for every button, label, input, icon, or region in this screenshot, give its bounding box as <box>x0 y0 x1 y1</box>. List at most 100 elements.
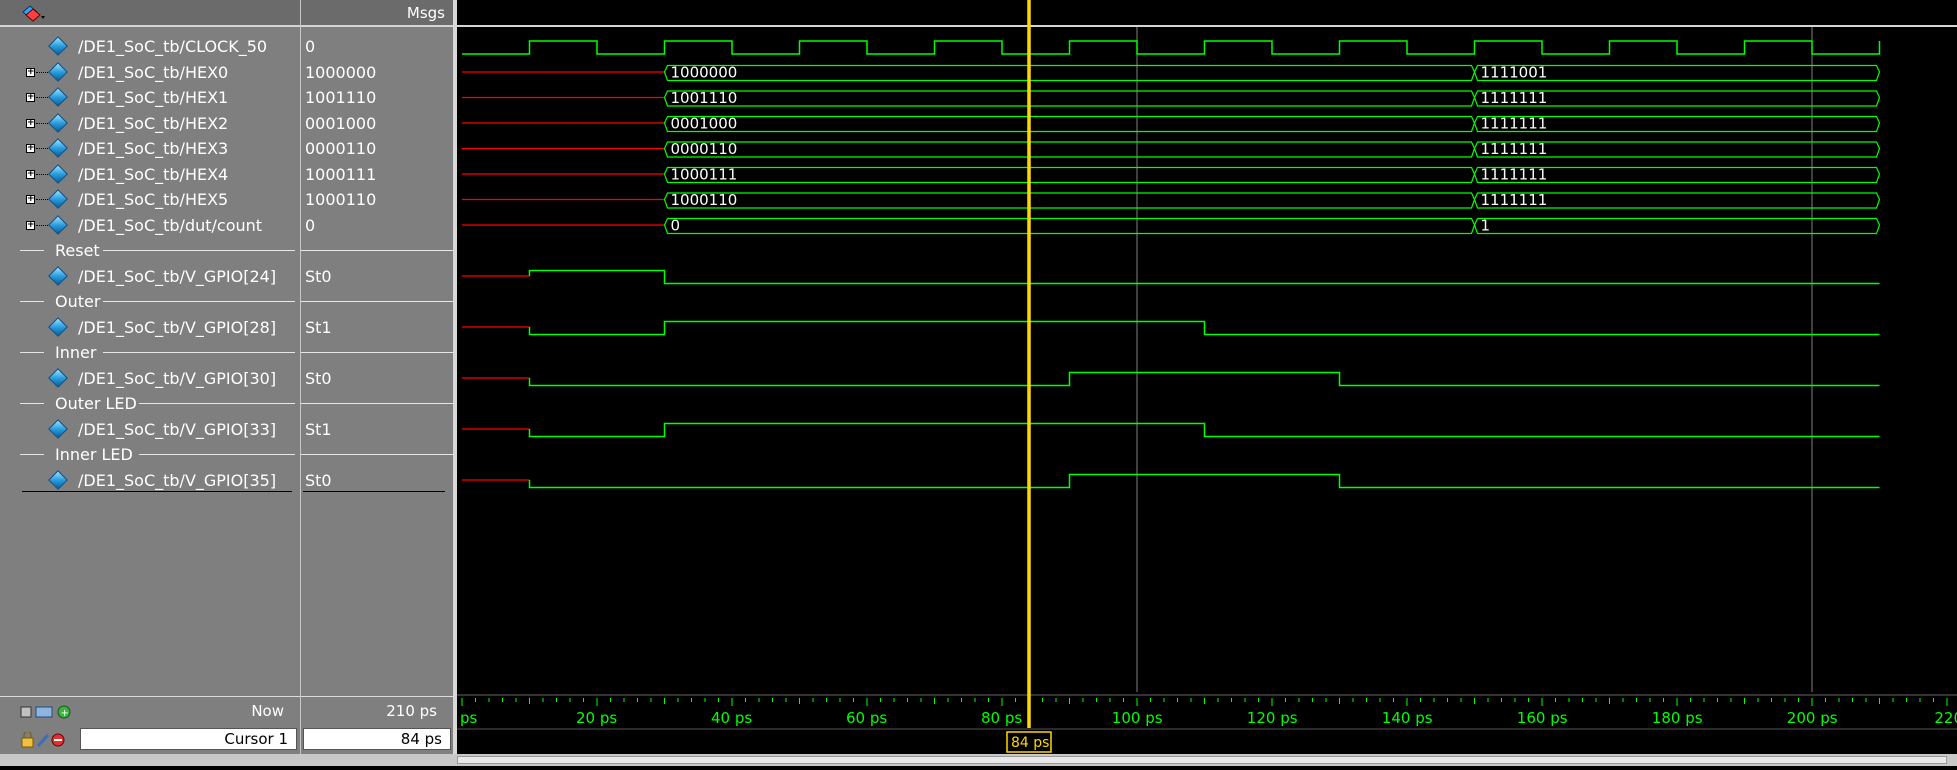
cursor-value: 84 ps <box>400 730 442 748</box>
cursor-toolbar-icon[interactable] <box>20 731 80 748</box>
bit-wave <box>528 269 1880 285</box>
signal-row[interactable]: /DE1_SoC_tb/V_GPIO[33] <box>0 417 300 442</box>
signal-row[interactable]: + /DE1_SoC_tb/HEX3 <box>0 136 300 161</box>
signal-value: 0001000 <box>305 113 377 133</box>
bit-wave <box>528 371 1880 387</box>
divider-inner-led[interactable]: Inner LED <box>0 442 300 467</box>
now-value: 210 ps <box>386 702 437 720</box>
signal-value: St0 <box>305 266 332 286</box>
signal-value: 1000000 <box>305 62 377 82</box>
divider-value-line <box>301 238 453 263</box>
bit-wave <box>528 473 1880 489</box>
signal-name: /DE1_SoC_tb/V_GPIO[24] <box>78 266 277 286</box>
divider-reset[interactable]: Reset <box>0 238 300 263</box>
divider-outer-led[interactable]: Outer LED <box>0 391 300 416</box>
signal-row[interactable]: /DE1_SoC_tb/V_GPIO[30] <box>0 366 300 391</box>
divider-label: Inner LED <box>55 445 133 464</box>
footer-bar: + Now Cursor 1 210 ps 84 ps <box>0 692 1957 766</box>
expand-icon[interactable]: + <box>26 169 35 179</box>
tree-connector <box>36 122 48 125</box>
tree-connector <box>36 148 48 150</box>
now-label: Now <box>251 702 284 720</box>
scrollbar-thumb[interactable] <box>457 756 1947 764</box>
waveform-pane[interactable]: 1000000 1111001 1001110 1111111 0001000 11111… <box>457 0 1957 766</box>
signal-row[interactable]: + /DE1_SoC_tb/HEX1 <box>0 85 300 110</box>
signal-name: /DE1_SoC_tb/V_GPIO[30] <box>78 368 277 388</box>
bus-segment <box>663 64 1476 82</box>
bus-value-label: 1001110 <box>671 89 738 107</box>
signal-value-row: 0 <box>301 213 453 238</box>
signal-row[interactable]: /DE1_SoC_tb/CLOCK_50 <box>0 34 300 59</box>
selection-underline <box>303 490 445 492</box>
msgs-label: Msgs <box>406 4 445 22</box>
divider-label: Inner <box>55 343 97 362</box>
signal-diamond-icon <box>48 36 68 56</box>
signal-name: /DE1_SoC_tb/HEX3 <box>78 139 229 158</box>
expand-icon[interactable]: + <box>26 93 35 102</box>
signal-diamond-icon <box>48 418 68 439</box>
signal-value: 0 <box>305 215 316 235</box>
tree-connector <box>36 224 48 227</box>
signal-row[interactable]: /DE1_SoC_tb/V_GPIO[24] <box>0 264 300 289</box>
divider-outer[interactable]: Outer <box>0 289 300 314</box>
signal-row[interactable]: + /DE1_SoC_tb/dut/count <box>0 213 300 238</box>
signal-diamond-icon <box>48 265 68 286</box>
signal-diamond-icon <box>48 112 68 133</box>
name-pane-header <box>0 0 300 27</box>
signal-name: /DE1_SoC_tb/HEX0 <box>78 62 229 82</box>
bus-value-label: 1 <box>1481 217 1491 235</box>
waveform-canvas[interactable]: 1000000 11110011001110 11111110001000 11111… <box>457 0 1957 766</box>
signal-row[interactable]: /DE1_SoC_tb/V_GPIO[28] <box>0 315 300 340</box>
signal-row[interactable]: + /DE1_SoC_tb/HEX0 <box>0 60 300 85</box>
signal-value-row: St0 <box>301 366 453 391</box>
value-pane: Msgs 0 1000000 1001110 0001000 0000110 100011… <box>301 0 453 766</box>
signal-name: /DE1_SoC_tb/HEX4 <box>78 164 229 184</box>
signal-name: /DE1_SoC_tb/CLOCK_50 <box>78 37 268 56</box>
signal-diamond-icon <box>48 87 68 107</box>
bit-wave <box>528 422 1880 438</box>
bus-value-label: 1111111 <box>1481 115 1548 133</box>
divider-label: Outer LED <box>55 394 137 413</box>
expand-icon[interactable]: + <box>26 144 35 153</box>
expand-icon[interactable]: + <box>26 67 35 77</box>
signal-value: 1000110 <box>305 190 377 209</box>
layers-icon[interactable] <box>20 4 45 22</box>
bus-value-label: 1111111 <box>1481 191 1548 209</box>
bus-segment <box>663 141 1476 158</box>
signal-name: /DE1_SoC_tb/dut/count <box>78 215 263 235</box>
tree-connector <box>36 97 48 99</box>
tree-connector <box>36 173 48 176</box>
bus-value-label: 1000000 <box>671 64 738 82</box>
signal-value: 0 <box>305 37 316 56</box>
signal-row[interactable]: + /DE1_SoC_tb/HEX5 <box>0 187 300 212</box>
bus-segment <box>663 115 1476 133</box>
wave-toolbar-icon[interactable]: + <box>20 704 71 720</box>
divider-label: Outer <box>55 292 101 311</box>
signal-value-row: 0001000 <box>301 111 453 136</box>
signal-value-row: 1000000 <box>301 60 453 85</box>
expand-icon[interactable]: + <box>26 118 35 128</box>
expand-icon[interactable]: + <box>26 220 35 230</box>
svg-text:+: + <box>61 708 69 719</box>
signal-value-row: St1 <box>301 315 453 340</box>
divider-value-line <box>301 289 453 314</box>
horizontal-scrollbar[interactable] <box>0 754 1957 766</box>
expand-icon[interactable]: + <box>26 195 35 204</box>
signal-name: /DE1_SoC_tb/V_GPIO[28] <box>78 317 277 337</box>
signal-row[interactable]: /DE1_SoC_tb/V_GPIO[35] <box>0 468 300 493</box>
signal-value-row: St0 <box>301 264 453 289</box>
signal-value-row: 1001110 <box>301 85 453 110</box>
wave-header <box>457 0 1957 27</box>
divider-inner[interactable]: Inner <box>0 340 300 365</box>
selection-underline <box>22 490 292 492</box>
tree-connector <box>36 71 48 74</box>
signal-diamond-icon <box>48 163 68 184</box>
signal-row[interactable]: + /DE1_SoC_tb/HEX2 <box>0 111 300 136</box>
signal-diamond-icon <box>48 214 68 235</box>
signal-row[interactable]: + /DE1_SoC_tb/HEX4 <box>0 162 300 187</box>
bus-value-label: 0001000 <box>671 115 738 133</box>
signal-name: /DE1_SoC_tb/V_GPIO[33] <box>78 419 277 439</box>
signal-name: /DE1_SoC_tb/V_GPIO[35] <box>78 470 277 490</box>
cursor-name-box[interactable]: Cursor 1 <box>80 728 297 750</box>
bus-value-label: 0 <box>671 217 681 235</box>
